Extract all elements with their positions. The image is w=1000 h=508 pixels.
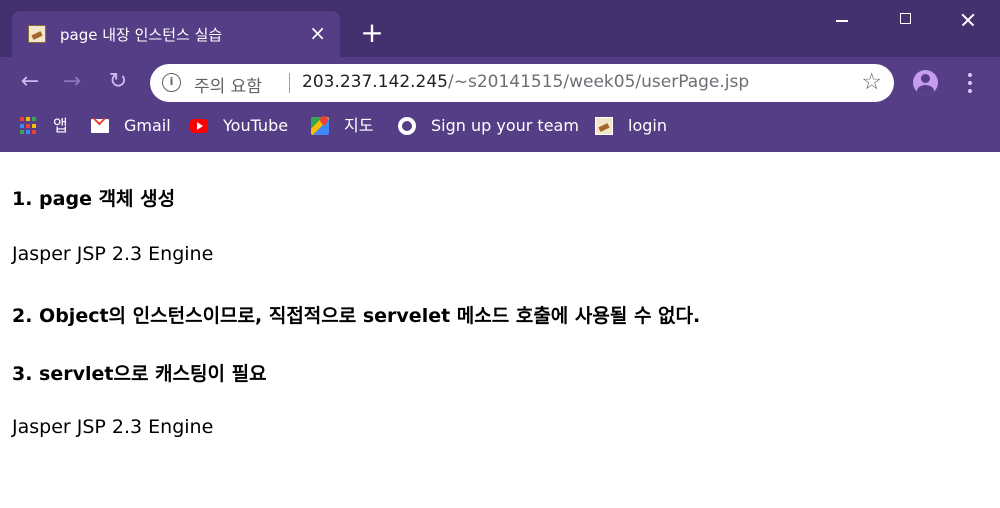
github-icon	[398, 117, 416, 135]
back-button[interactable]: ←	[16, 68, 44, 96]
active-tab[interactable]: page 내장 인스턴스 실습 ×	[12, 11, 340, 57]
bookmark-label: login	[628, 116, 667, 135]
bookmark-star-icon[interactable]: ☆	[861, 69, 882, 95]
browser-frame: page 내장 인스턴스 실습 × + ← → ↻ i 주의 요함 203.23…	[0, 0, 1000, 152]
youtube-icon	[190, 119, 208, 133]
maximize-button[interactable]	[886, 6, 926, 34]
tab-close-icon[interactable]: ×	[309, 21, 326, 45]
close-window-button[interactable]	[948, 6, 988, 34]
maps-icon	[311, 117, 329, 135]
new-tab-button[interactable]: +	[358, 18, 386, 50]
page-favicon-icon	[28, 25, 46, 43]
engine-info-text-2: Jasper JSP 2.3 Engine	[12, 416, 214, 438]
security-label[interactable]: 주의 요함	[194, 72, 262, 97]
bookmark-gmail[interactable]: Gmail	[91, 114, 181, 138]
info-icon[interactable]: i	[162, 73, 181, 92]
bookmark-youtube[interactable]: YouTube	[190, 114, 300, 138]
bookmark-label: 지도	[344, 116, 374, 135]
bookmark-label: YouTube	[223, 116, 289, 135]
bookmark-apps[interactable]: 앱	[20, 114, 80, 138]
browser-menu-icon[interactable]	[966, 70, 974, 96]
minimize-button[interactable]	[822, 6, 862, 34]
heading-page-object: 1. page 객체 생성	[12, 188, 176, 210]
url-path: /~s20141515/week05/userPage.jsp	[448, 72, 750, 92]
heading-servlet-casting: 3. servlet으로 캐스팅이 필요	[12, 363, 267, 385]
reload-button[interactable]: ↻	[104, 68, 132, 96]
forward-button[interactable]: →	[58, 68, 86, 96]
bookmark-label: 앱	[53, 116, 68, 135]
profile-avatar-icon[interactable]	[913, 70, 938, 95]
login-favicon-icon	[595, 117, 613, 135]
bookmark-login[interactable]: login	[595, 114, 675, 138]
bookmark-label: Sign up your team	[431, 116, 579, 135]
heading-object-instance: 2. Object의 인스턴스이므로, 직접적으로 servelet 메소드 호…	[12, 305, 701, 327]
bookmark-label: Gmail	[124, 116, 171, 135]
engine-info-text: Jasper JSP 2.3 Engine	[12, 243, 214, 265]
gmail-icon	[91, 119, 109, 133]
url-text[interactable]: 203.237.142.245/~s20141515/week05/userPa…	[302, 72, 749, 92]
tab-strip: page 내장 인스턴스 실습 × +	[0, 0, 1000, 57]
bookmark-github[interactable]: Sign up your team	[398, 114, 583, 138]
omnibox-divider	[289, 73, 290, 93]
bookmark-maps[interactable]: 지도	[311, 114, 386, 138]
tab-title: page 내장 인스턴스 실습	[60, 26, 223, 44]
url-host: 203.237.142.245	[302, 72, 449, 92]
address-bar[interactable]: i 주의 요함 203.237.142.245/~s20141515/week0…	[150, 64, 894, 102]
apps-icon	[20, 117, 38, 135]
